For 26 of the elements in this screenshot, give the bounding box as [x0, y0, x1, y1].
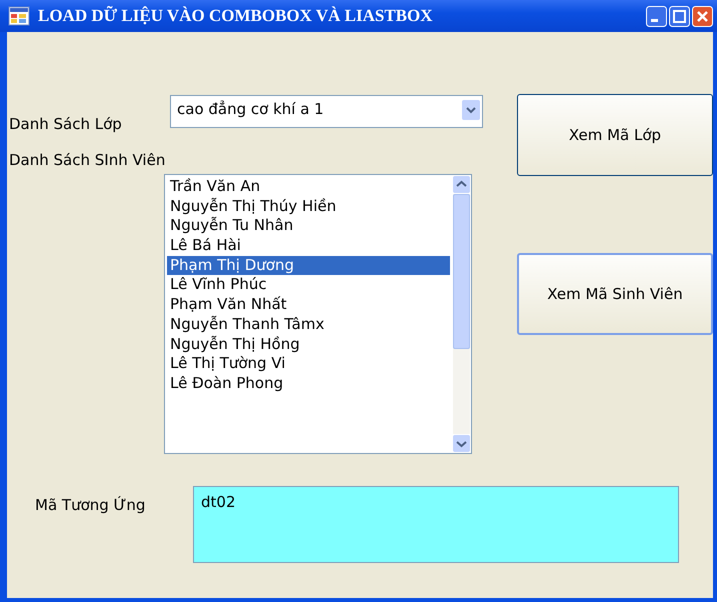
close-button[interactable] [692, 6, 713, 26]
maximize-button[interactable] [669, 6, 690, 26]
student-label: Danh Sách SInh Viên [8, 151, 166, 169]
student-item[interactable]: Lê Vĩnh Phúc [167, 275, 450, 296]
class-dropdown[interactable]: cao đẳng cơ khí a 1 [170, 95, 483, 128]
student-item[interactable]: Trần Văn An [167, 177, 450, 197]
code-field[interactable]: dt02 [193, 486, 679, 563]
view-student-code-button[interactable]: Xem Mã Sinh Viên [517, 253, 713, 335]
student-item[interactable]: Lê Đoàn Phong [167, 374, 450, 394]
code-label: Mã Tương Ứng [35, 496, 146, 514]
student-item[interactable]: Lê Bá Hài [167, 236, 450, 256]
scrollbar-thumb[interactable] [453, 194, 470, 349]
app-icon [8, 6, 30, 26]
class-label: Danh Sách Lớp [8, 115, 123, 133]
view-class-code-button[interactable]: Xem Mã Lớp [517, 94, 713, 176]
student-item[interactable]: Nguyễn Tu Nhân [167, 216, 450, 236]
student-item[interactable]: Nguyễn Thị Hồng [167, 334, 450, 354]
scroll-down-button[interactable] [453, 435, 470, 452]
student-item[interactable]: Nguyễn Thị Thúy Hiền [167, 196, 450, 216]
window-title: LOAD DỮ LIỆU VÀO COMBOBOX VÀ LIASTBOX [38, 6, 434, 26]
student-item[interactable]: Phạm Văn Nhất [167, 295, 450, 315]
minimize-button[interactable] [646, 6, 667, 26]
student-item[interactable]: Phạm Thị Dương [167, 256, 450, 276]
student-item[interactable]: Nguyễn Thanh Tâmx [167, 314, 450, 334]
student-item[interactable]: Lê Thị Tường Vi [167, 354, 450, 374]
scroll-up-button[interactable] [453, 176, 470, 193]
